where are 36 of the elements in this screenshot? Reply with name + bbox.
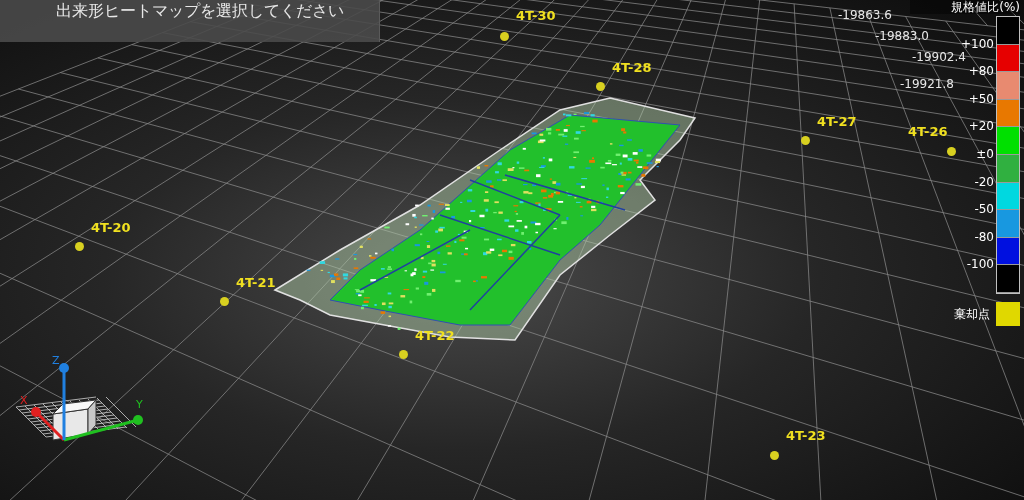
axis-label: Z [52, 354, 60, 367]
heatmap-surface-drawing[interactable] [273, 97, 697, 341]
scale-tick-label: +50 [968, 91, 994, 106]
scale-tick-label: +80 [968, 64, 994, 79]
legend-title: 規格値比(%) [910, 0, 1020, 14]
point-label: 4T-23 [786, 428, 826, 443]
point-label: 4T-30 [516, 8, 556, 23]
point-label: 4T-20 [91, 220, 131, 235]
survey-point-marker[interactable] [770, 451, 779, 460]
survey-point-marker[interactable] [220, 297, 229, 306]
scale-tick-label: +100 [961, 36, 994, 51]
survey-point-marker[interactable] [75, 242, 84, 251]
axis-gizmo-drawing[interactable]: X Y Z [15, 354, 143, 442]
point-label: 4T-21 [236, 275, 276, 290]
elevation-label: -19863.6 [838, 8, 892, 22]
point-label: 4T-28 [612, 60, 652, 75]
scale-tick-label: -50 [974, 202, 994, 217]
scale-tick-label: ±0 [976, 147, 994, 161]
reject-point-label: 棄却点 [954, 305, 990, 323]
elevation-label: -19902.4 [912, 50, 966, 64]
elevation-label: -19921.8 [900, 77, 954, 91]
survey-point-marker[interactable] [500, 32, 509, 41]
survey-point-marker[interactable] [399, 350, 408, 359]
scale-tick-label: -100 [966, 257, 994, 272]
scale-tick-label: -20 [974, 174, 994, 189]
scale-tick-label: +20 [968, 119, 994, 134]
elevation-label: -19883.0 [875, 29, 929, 43]
prompt-text: 出来形ヒートマップを選択してください [56, 1, 344, 20]
survey-point-marker[interactable] [596, 82, 605, 91]
axis-label: X [20, 394, 28, 407]
survey-point-marker[interactable] [801, 136, 810, 145]
survey-point-marker[interactable] [947, 147, 956, 156]
axis-label: Y [136, 398, 143, 411]
point-label: 4T-27 [817, 114, 857, 129]
point-label: 4T-26 [908, 124, 948, 139]
scale-tick-label: -80 [974, 229, 994, 244]
